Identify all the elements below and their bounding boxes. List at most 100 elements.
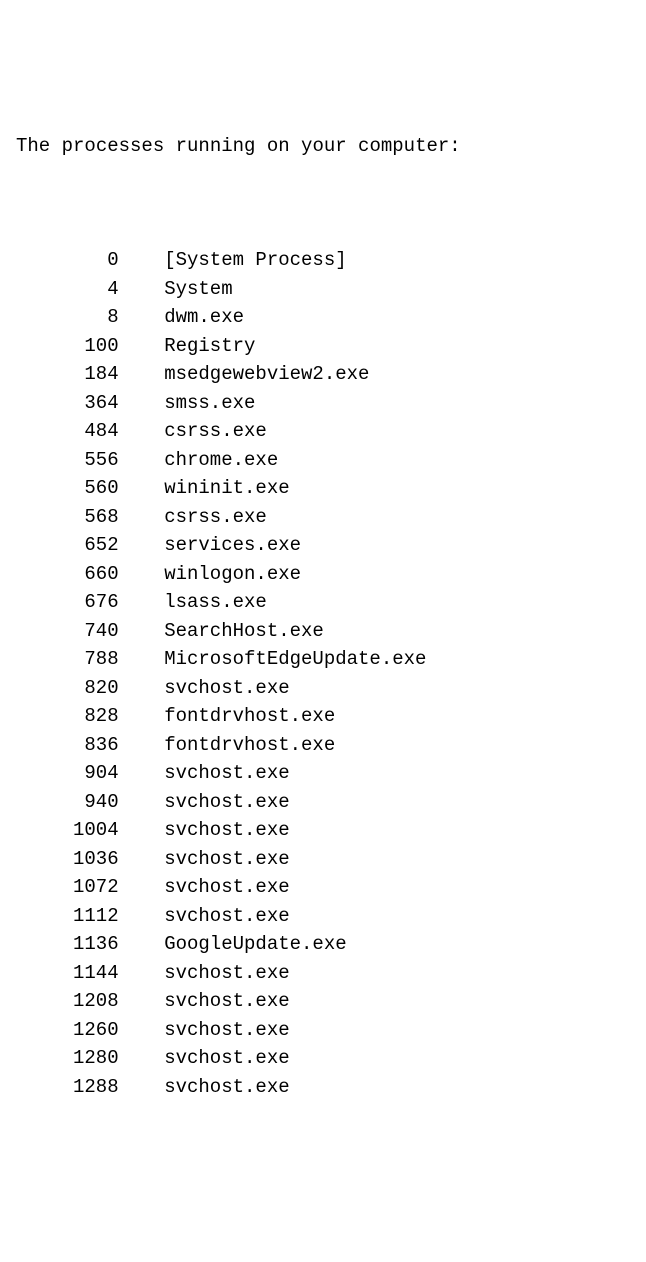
- process-pid: 4: [16, 275, 119, 304]
- process-row: 788 MicrosoftEdgeUpdate.exe: [16, 645, 630, 674]
- process-name: svchost.exe: [164, 987, 289, 1016]
- process-row: 740 SearchHost.exe: [16, 617, 630, 646]
- process-name: winlogon.exe: [164, 560, 301, 589]
- process-pid: 904: [16, 759, 119, 788]
- column-gap: [119, 275, 165, 304]
- process-row: 1288 svchost.exe: [16, 1073, 630, 1102]
- column-gap: [119, 759, 165, 788]
- column-gap: [119, 417, 165, 446]
- column-gap: [119, 446, 165, 475]
- process-pid: 1036: [16, 845, 119, 874]
- column-gap: [119, 1073, 165, 1102]
- column-gap: [119, 588, 165, 617]
- process-name: GoogleUpdate.exe: [164, 930, 346, 959]
- process-row: 1260 svchost.exe: [16, 1016, 630, 1045]
- process-row: 4 System: [16, 275, 630, 304]
- process-row: 652 services.exe: [16, 531, 630, 560]
- process-pid: 1112: [16, 902, 119, 931]
- process-name: lsass.exe: [164, 588, 267, 617]
- process-row: 940 svchost.exe: [16, 788, 630, 817]
- column-gap: [119, 930, 165, 959]
- process-row: 364 smss.exe: [16, 389, 630, 418]
- process-name: msedgewebview2.exe: [164, 360, 369, 389]
- column-gap: [119, 1044, 165, 1073]
- process-row: 568 csrss.exe: [16, 503, 630, 532]
- process-pid: 740: [16, 617, 119, 646]
- process-name: dwm.exe: [164, 303, 244, 332]
- column-gap: [119, 674, 165, 703]
- process-name: svchost.exe: [164, 873, 289, 902]
- process-name: svchost.exe: [164, 788, 289, 817]
- column-gap: [119, 873, 165, 902]
- process-name: svchost.exe: [164, 902, 289, 931]
- process-pid: 556: [16, 446, 119, 475]
- process-name: svchost.exe: [164, 674, 289, 703]
- column-gap: [119, 332, 165, 361]
- process-name: fontdrvhost.exe: [164, 731, 335, 760]
- process-pid: 484: [16, 417, 119, 446]
- column-gap: [119, 959, 165, 988]
- process-row: 1208 svchost.exe: [16, 987, 630, 1016]
- column-gap: [119, 702, 165, 731]
- process-row: 820 svchost.exe: [16, 674, 630, 703]
- process-row: 1144 svchost.exe: [16, 959, 630, 988]
- column-gap: [119, 531, 165, 560]
- process-pid: 0: [16, 246, 119, 275]
- column-gap: [119, 816, 165, 845]
- column-gap: [119, 845, 165, 874]
- process-pid: 660: [16, 560, 119, 589]
- process-pid: 100: [16, 332, 119, 361]
- blank-line: [16, 189, 630, 218]
- process-pid: 1144: [16, 959, 119, 988]
- process-pid: 788: [16, 645, 119, 674]
- column-gap: [119, 303, 165, 332]
- column-gap: [119, 731, 165, 760]
- heading: The processes running on your computer:: [16, 132, 630, 161]
- process-pid: 676: [16, 588, 119, 617]
- column-gap: [119, 788, 165, 817]
- column-gap: [119, 474, 165, 503]
- column-gap: [119, 246, 165, 275]
- process-name: System: [164, 275, 232, 304]
- process-pid: 364: [16, 389, 119, 418]
- process-row: 556 chrome.exe: [16, 446, 630, 475]
- process-pid: 1136: [16, 930, 119, 959]
- process-row: 1036 svchost.exe: [16, 845, 630, 874]
- process-row: 1112 svchost.exe: [16, 902, 630, 931]
- process-pid: 836: [16, 731, 119, 760]
- process-name: svchost.exe: [164, 1073, 289, 1102]
- process-pid: 1072: [16, 873, 119, 902]
- process-row: 828 fontdrvhost.exe: [16, 702, 630, 731]
- process-pid: 8: [16, 303, 119, 332]
- process-row: 904 svchost.exe: [16, 759, 630, 788]
- process-pid: 820: [16, 674, 119, 703]
- process-name: Registry: [164, 332, 255, 361]
- process-row: 100 Registry: [16, 332, 630, 361]
- process-name: csrss.exe: [164, 503, 267, 532]
- process-name: smss.exe: [164, 389, 255, 418]
- column-gap: [119, 503, 165, 532]
- process-row: 660 winlogon.exe: [16, 560, 630, 589]
- process-name: svchost.exe: [164, 1016, 289, 1045]
- process-name: MicrosoftEdgeUpdate.exe: [164, 645, 426, 674]
- process-name: services.exe: [164, 531, 301, 560]
- process-list: 0 [System Process]4 System8 dwm.exe100 R…: [16, 246, 630, 1101]
- process-pid: 1288: [16, 1073, 119, 1102]
- process-pid: 652: [16, 531, 119, 560]
- process-name: SearchHost.exe: [164, 617, 324, 646]
- process-row: 836 fontdrvhost.exe: [16, 731, 630, 760]
- process-name: svchost.exe: [164, 816, 289, 845]
- process-name: svchost.exe: [164, 759, 289, 788]
- column-gap: [119, 1016, 165, 1045]
- column-gap: [119, 389, 165, 418]
- process-row: 484 csrss.exe: [16, 417, 630, 446]
- process-name: [System Process]: [164, 246, 346, 275]
- process-row: 8 dwm.exe: [16, 303, 630, 332]
- process-row: 184 msedgewebview2.exe: [16, 360, 630, 389]
- process-row: 676 lsass.exe: [16, 588, 630, 617]
- process-pid: 568: [16, 503, 119, 532]
- process-pid: 1260: [16, 1016, 119, 1045]
- process-row: 1004 svchost.exe: [16, 816, 630, 845]
- process-name: svchost.exe: [164, 845, 289, 874]
- process-name: fontdrvhost.exe: [164, 702, 335, 731]
